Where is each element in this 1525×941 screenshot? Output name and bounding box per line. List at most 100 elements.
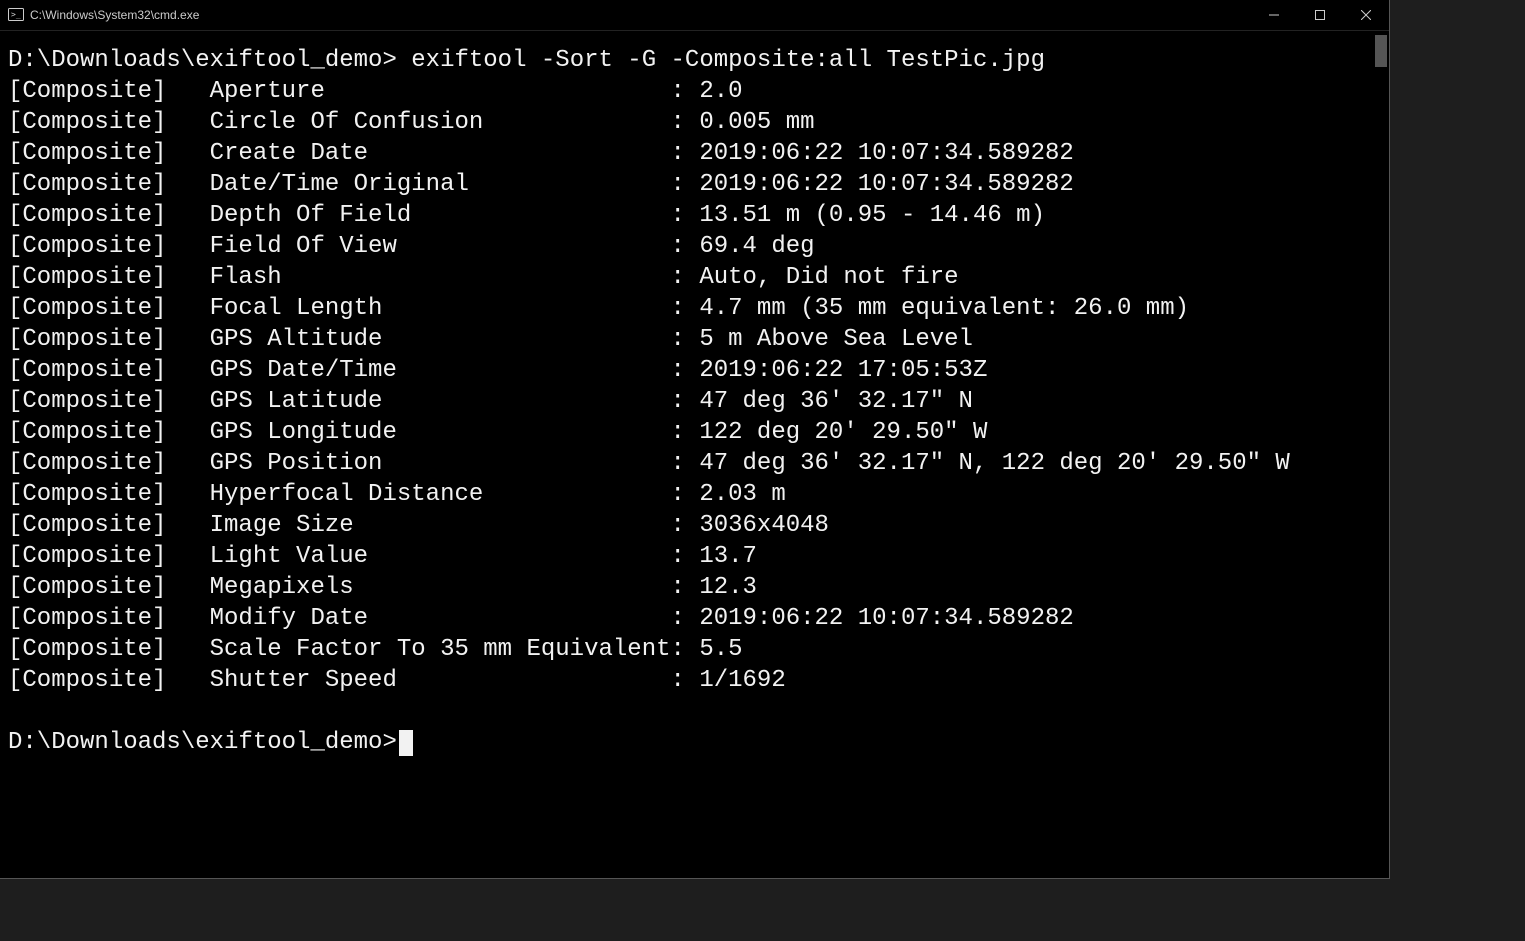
prompt: D:\Downloads\exiftool_demo>	[8, 729, 397, 756]
output-row: [Composite]Flash: Auto, Did not fire	[8, 262, 1365, 293]
output-label: Focal Length	[210, 293, 671, 324]
maximize-button[interactable]	[1297, 0, 1343, 30]
output-label: Aperture	[210, 76, 671, 107]
output-row: [Composite]Date/Time Original: 2019:06:2…	[8, 169, 1365, 200]
output-label: Hyperfocal Distance	[210, 479, 671, 510]
output-separator: :	[671, 417, 700, 448]
terminal-output[interactable]: D:\Downloads\exiftool_demo> exiftool -So…	[0, 31, 1373, 878]
output-value: 2.03 m	[699, 479, 785, 510]
command-text: exiftool -Sort -G -Composite:all TestPic…	[411, 47, 1045, 74]
output-label: Shutter Speed	[210, 665, 671, 696]
output-group: [Composite]	[8, 262, 210, 293]
prompt-line: D:\Downloads\exiftool_demo>	[8, 727, 1365, 758]
output-group: [Composite]	[8, 76, 210, 107]
prompt: D:\Downloads\exiftool_demo>	[8, 47, 411, 74]
output-group: [Composite]	[8, 386, 210, 417]
output-row: [Composite]Hyperfocal Distance: 2.03 m	[8, 479, 1365, 510]
output-label: Create Date	[210, 138, 671, 169]
output-separator: :	[671, 665, 700, 696]
output-separator: :	[671, 510, 700, 541]
output-row: [Composite]Circle Of Confusion: 0.005 mm	[8, 107, 1365, 138]
output-label: GPS Longitude	[210, 417, 671, 448]
output-value: 13.7	[699, 541, 757, 572]
output-separator: :	[671, 572, 700, 603]
cursor	[399, 730, 413, 756]
output-label: Light Value	[210, 541, 671, 572]
output-separator: :	[671, 324, 700, 355]
output-value: 47 deg 36' 32.17" N	[699, 386, 973, 417]
output-separator: :	[671, 293, 700, 324]
output-group: [Composite]	[8, 231, 210, 262]
output-separator: :	[671, 76, 700, 107]
titlebar[interactable]: >_ C:\Windows\System32\cmd.exe	[0, 0, 1389, 31]
output-group: [Composite]	[8, 572, 210, 603]
output-row: [Composite]Modify Date: 2019:06:22 10:07…	[8, 603, 1365, 634]
terminal-area: D:\Downloads\exiftool_demo> exiftool -So…	[0, 31, 1389, 878]
output-separator: :	[671, 541, 700, 572]
output-label: Megapixels	[210, 572, 671, 603]
minimize-button[interactable]	[1251, 0, 1297, 30]
output-label: Date/Time Original	[210, 169, 671, 200]
output-group: [Composite]	[8, 665, 210, 696]
output-label: Field Of View	[210, 231, 671, 262]
window-title: C:\Windows\System32\cmd.exe	[30, 8, 199, 22]
output-label: Circle Of Confusion	[210, 107, 671, 138]
window-controls	[1251, 0, 1389, 30]
output-separator: :	[671, 355, 700, 386]
output-value: 122 deg 20' 29.50" W	[699, 417, 987, 448]
output-label: Depth Of Field	[210, 200, 671, 231]
output-value: 2019:06:22 10:07:34.589282	[699, 138, 1073, 169]
output-group: [Composite]	[8, 107, 210, 138]
output-value: 2019:06:22 17:05:53Z	[699, 355, 987, 386]
output-separator: :	[671, 231, 700, 262]
output-label: Flash	[210, 262, 671, 293]
output-value: 2019:06:22 10:07:34.589282	[699, 603, 1073, 634]
close-button[interactable]	[1343, 0, 1389, 30]
cmd-icon: >_	[8, 7, 24, 23]
output-row: [Composite]Focal Length: 4.7 mm (35 mm e…	[8, 293, 1365, 324]
output-separator: :	[671, 107, 700, 138]
scrollbar[interactable]	[1373, 31, 1389, 878]
output-value: Auto, Did not fire	[699, 262, 958, 293]
output-group: [Composite]	[8, 293, 210, 324]
command-line: D:\Downloads\exiftool_demo> exiftool -So…	[8, 45, 1365, 76]
output-row: [Composite]GPS Date/Time: 2019:06:22 17:…	[8, 355, 1365, 386]
output-label: GPS Position	[210, 448, 671, 479]
output-row: [Composite]Megapixels: 12.3	[8, 572, 1365, 603]
output-group: [Composite]	[8, 541, 210, 572]
output-row: [Composite]Shutter Speed: 1/1692	[8, 665, 1365, 696]
scrollbar-thumb[interactable]	[1375, 35, 1387, 67]
output-row: [Composite]Field Of View: 69.4 deg	[8, 231, 1365, 262]
output-value: 5 m Above Sea Level	[699, 324, 973, 355]
output-separator: :	[671, 448, 700, 479]
output-separator: :	[671, 138, 700, 169]
output-row: [Composite]Scale Factor To 35 mm Equival…	[8, 634, 1365, 665]
output-value: 12.3	[699, 572, 757, 603]
output-label: GPS Latitude	[210, 386, 671, 417]
output-group: [Composite]	[8, 355, 210, 386]
output-value: 13.51 m (0.95 - 14.46 m)	[699, 200, 1045, 231]
output-value: 0.005 mm	[699, 107, 814, 138]
output-value: 2.0	[699, 76, 742, 107]
output-row: [Composite]GPS Latitude: 47 deg 36' 32.1…	[8, 386, 1365, 417]
output-value: 3036x4048	[699, 510, 829, 541]
output-separator: :	[671, 603, 700, 634]
output-group: [Composite]	[8, 138, 210, 169]
output-label: Modify Date	[210, 603, 671, 634]
output-separator: :	[671, 479, 700, 510]
output-group: [Composite]	[8, 634, 210, 665]
output-label: GPS Altitude	[210, 324, 671, 355]
output-separator: :	[671, 169, 700, 200]
output-separator: :	[671, 200, 700, 231]
output-separator: :	[671, 262, 700, 293]
output-value: 5.5	[699, 634, 742, 665]
output-value: 47 deg 36' 32.17" N, 122 deg 20' 29.50" …	[699, 448, 1290, 479]
output-row: [Composite]Depth Of Field: 13.51 m (0.95…	[8, 200, 1365, 231]
output-value: 2019:06:22 10:07:34.589282	[699, 169, 1073, 200]
output-row: [Composite]GPS Position: 47 deg 36' 32.1…	[8, 448, 1365, 479]
output-group: [Composite]	[8, 479, 210, 510]
output-row: [Composite]GPS Longitude: 122 deg 20' 29…	[8, 417, 1365, 448]
cmd-window: >_ C:\Windows\System32\cmd.exe D:\Downlo…	[0, 0, 1389, 878]
output-row: [Composite]GPS Altitude: 5 m Above Sea L…	[8, 324, 1365, 355]
output-separator: :	[671, 386, 700, 417]
